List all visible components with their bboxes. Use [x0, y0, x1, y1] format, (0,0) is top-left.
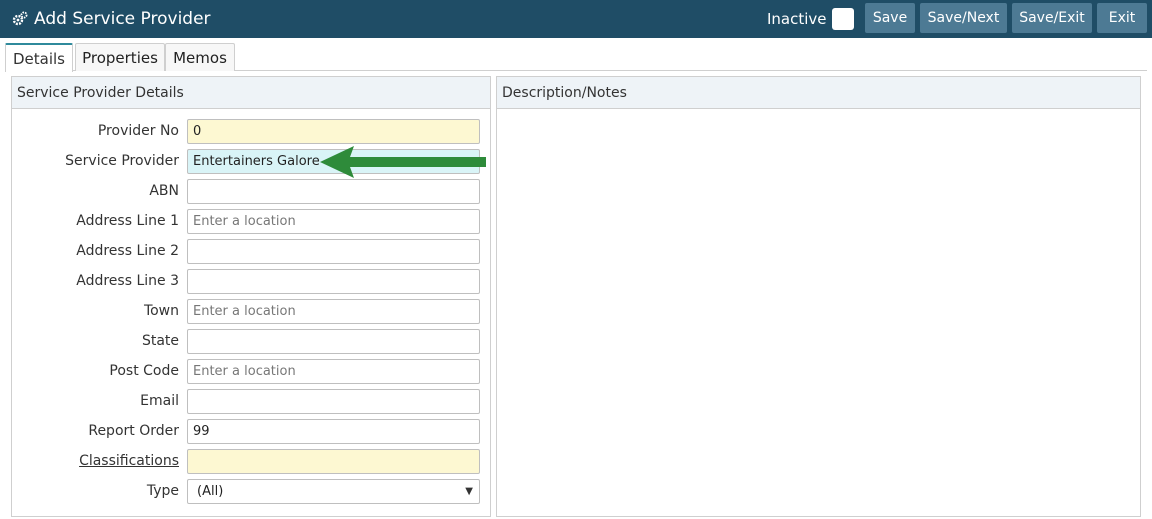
title-bar: Add Service Provider Inactive Save Save/…: [0, 0, 1152, 38]
tab-memos[interactable]: Memos: [165, 43, 235, 71]
abn-field[interactable]: [187, 179, 480, 204]
service-provider-value: Entertainers Galore: [193, 154, 320, 169]
provider-no-label: Provider No: [97, 123, 179, 139]
tab-properties[interactable]: Properties: [75, 43, 165, 71]
state-field[interactable]: [187, 329, 480, 354]
post-code-field[interactable]: Enter a location: [187, 359, 480, 384]
town-label: Town: [143, 303, 179, 319]
type-selected-value: (All): [197, 484, 224, 499]
post-code-placeholder: Enter a location: [193, 364, 296, 379]
town-placeholder: Enter a location: [193, 304, 296, 319]
address-line-3-label: Address Line 3: [76, 273, 179, 289]
email-label: Email: [140, 393, 179, 409]
save-button[interactable]: Save: [865, 3, 915, 33]
notes-panel-heading: Description/Notes: [497, 77, 1140, 109]
address-line-2-field[interactable]: [187, 239, 480, 264]
abn-label: ABN: [149, 183, 179, 199]
email-field[interactable]: [187, 389, 480, 414]
address-line-2-label: Address Line 2: [76, 243, 179, 259]
state-label: State: [141, 333, 179, 349]
provider-no-field[interactable]: 0: [187, 119, 480, 144]
classifications-link[interactable]: Classifications: [79, 453, 179, 469]
type-select[interactable]: (All) ▼: [187, 479, 480, 504]
inactive-checkbox[interactable]: [831, 8, 854, 30]
report-order-label: Report Order: [88, 423, 179, 439]
type-label: Type: [146, 483, 179, 499]
inactive-label: Inactive: [767, 10, 827, 28]
classifications-link-wrap: Classifications: [12, 453, 179, 469]
window-title: Add Service Provider: [12, 0, 211, 38]
notes-panel[interactable]: Description/Notes: [496, 76, 1141, 517]
exit-button[interactable]: Exit: [1097, 3, 1147, 33]
provider-no-value: 0: [193, 124, 202, 139]
dropdown-arrow-icon: ▼: [465, 486, 473, 497]
save-next-button[interactable]: Save/Next: [920, 3, 1007, 33]
annotation-arrow-icon: [320, 146, 486, 178]
report-order-value: 99: [193, 424, 210, 439]
classifications-field[interactable]: [187, 449, 480, 474]
report-order-field[interactable]: 99: [187, 419, 480, 444]
service-provider-label: Service Provider: [65, 153, 179, 169]
inactive-toggle[interactable]: Inactive: [767, 6, 854, 32]
address-line-1-field[interactable]: Enter a location: [187, 209, 480, 234]
details-panel-heading: Service Provider Details: [12, 77, 490, 109]
gears-icon: [12, 11, 28, 26]
save-exit-button[interactable]: Save/Exit: [1012, 3, 1092, 33]
town-field[interactable]: Enter a location: [187, 299, 480, 324]
address-line-1-placeholder: Enter a location: [193, 214, 296, 229]
post-code-label: Post Code: [109, 363, 179, 379]
page-title: Add Service Provider: [34, 9, 211, 29]
address-line-1-label: Address Line 1: [76, 213, 179, 229]
tab-details[interactable]: Details: [5, 43, 73, 72]
address-line-3-field[interactable]: [187, 269, 480, 294]
